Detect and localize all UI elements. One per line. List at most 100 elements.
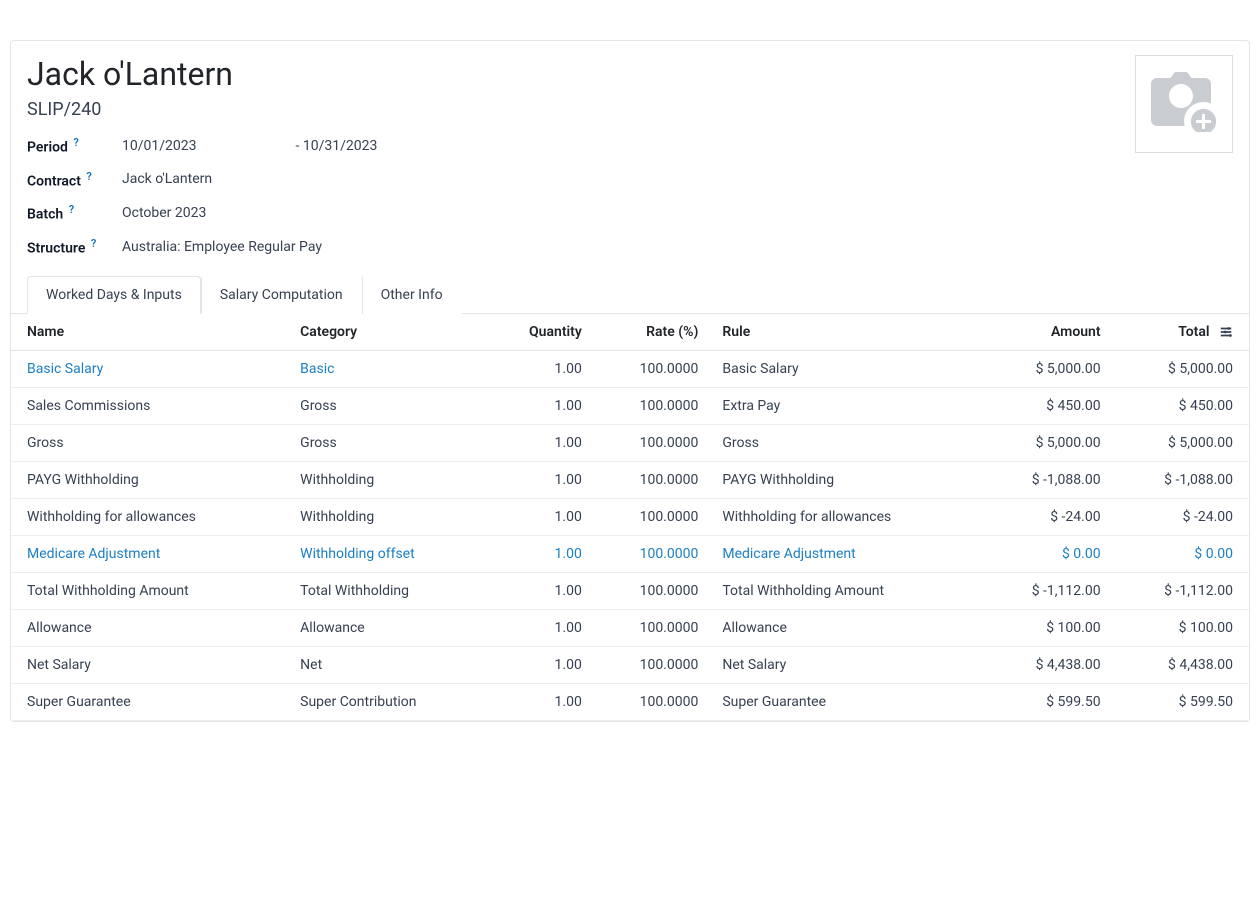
help-icon[interactable]: ? bbox=[86, 170, 91, 183]
table-row[interactable]: AllowanceAllowance1.00100.0000Allowance$… bbox=[11, 609, 1249, 646]
help-icon[interactable]: ? bbox=[73, 136, 78, 149]
cell-category: Withholding offset bbox=[288, 535, 486, 572]
cell-rate: 100.0000 bbox=[594, 424, 711, 461]
cell-category: Withholding bbox=[288, 498, 486, 535]
cell-rate: 100.0000 bbox=[594, 535, 711, 572]
cell-rule: Extra Pay bbox=[710, 387, 982, 424]
cell-name-link[interactable]: Medicare Adjustment bbox=[27, 546, 160, 562]
help-icon[interactable]: ? bbox=[69, 203, 74, 216]
cell-amount: $ 5,000.00 bbox=[982, 424, 1113, 461]
cell-total: $ 599.50 bbox=[1113, 683, 1249, 720]
cell-rule: Medicare Adjustment bbox=[710, 535, 982, 572]
table-row[interactable]: Withholding for allowancesWithholding1.0… bbox=[11, 498, 1249, 535]
cell-rate: 100.0000 bbox=[594, 609, 711, 646]
cell-quantity: 1.00 bbox=[486, 683, 594, 720]
cell-amount: $ -1,112.00 bbox=[982, 572, 1113, 609]
table-row[interactable]: Basic SalaryBasic1.00100.0000Basic Salar… bbox=[11, 350, 1249, 387]
cell-name: Total Withholding Amount bbox=[11, 572, 288, 609]
camera-plus-icon bbox=[1148, 72, 1220, 136]
cell-total-link[interactable]: $ 0.00 bbox=[1194, 546, 1233, 562]
cell-name: Super Guarantee bbox=[11, 683, 288, 720]
table-row[interactable]: Total Withholding Amount Total Withholdin… bbox=[11, 572, 1249, 609]
cell-total: $ 100.00 bbox=[1113, 609, 1249, 646]
batch-value[interactable]: October 2023 bbox=[122, 205, 206, 221]
cell-rate: 100.0000 bbox=[594, 572, 711, 609]
field-period: Period ? 10/01/2023 - 10/31/2023 bbox=[27, 136, 1233, 156]
cell-total: $ 5,000.00 bbox=[1113, 424, 1249, 461]
period-start[interactable]: 10/01/2023 bbox=[122, 138, 292, 154]
cell-rate: 100.0000 bbox=[594, 387, 711, 424]
tab-worked-days[interactable]: Worked Days & Inputs bbox=[27, 276, 201, 314]
cell-rate: 100.0000 bbox=[594, 646, 711, 683]
col-quantity[interactable]: Quantity bbox=[486, 314, 594, 351]
cell-amount-link[interactable]: $ 0.00 bbox=[1062, 546, 1101, 562]
cell-quantity: 1.00 bbox=[486, 350, 594, 387]
sliders-icon[interactable] bbox=[1219, 325, 1233, 339]
col-amount[interactable]: Amount bbox=[982, 314, 1113, 351]
cell-name-link[interactable]: Basic Salary bbox=[27, 361, 103, 377]
cell-category: Super Contribution bbox=[288, 683, 486, 720]
cell-quantity: 1.00 bbox=[486, 572, 594, 609]
cell-category: Gross bbox=[288, 424, 486, 461]
cell-amount: $ 4,438.00 bbox=[982, 646, 1113, 683]
table-row[interactable]: Net SalaryNet1.00100.0000Net Salary$ 4,4… bbox=[11, 646, 1249, 683]
cell-quantity: 1.00 bbox=[486, 646, 594, 683]
cell-quantity: 1.00 bbox=[486, 609, 594, 646]
structure-value[interactable]: Australia: Employee Regular Pay bbox=[122, 239, 322, 255]
cell-category-link[interactable]: Basic bbox=[300, 361, 334, 377]
cell-category: Withholding bbox=[288, 461, 486, 498]
table-row[interactable]: PAYG WithholdingWithholding1.00100.0000P… bbox=[11, 461, 1249, 498]
help-icon[interactable]: ? bbox=[91, 237, 96, 250]
cell-quantity-link[interactable]: 1.00 bbox=[555, 546, 582, 562]
cell-total: $ 4,438.00 bbox=[1113, 646, 1249, 683]
cell-rule: Super Guarantee bbox=[710, 683, 982, 720]
col-category[interactable]: Category bbox=[288, 314, 486, 351]
table-row[interactable]: GrossGross1.00100.0000Gross$ 5,000.00$ 5… bbox=[11, 424, 1249, 461]
cell-amount: $ 599.50 bbox=[982, 683, 1113, 720]
field-structure: Structure ? Australia: Employee Regular … bbox=[27, 237, 1233, 257]
cell-name: Gross bbox=[11, 424, 288, 461]
cell-category: Gross bbox=[288, 387, 486, 424]
contract-label: Contract bbox=[27, 173, 81, 189]
page-title: Jack o'Lantern bbox=[27, 55, 1233, 93]
col-name[interactable]: Name bbox=[11, 314, 288, 351]
cell-category-link[interactable]: Withholding offset bbox=[300, 546, 415, 562]
cell-quantity: 1.00 bbox=[486, 461, 594, 498]
cell-rule: Basic Salary bbox=[710, 350, 982, 387]
avatar-upload[interactable] bbox=[1135, 55, 1233, 153]
cell-rate-link[interactable]: 100.0000 bbox=[640, 546, 699, 562]
col-rate[interactable]: Rate (%) bbox=[594, 314, 711, 351]
cell-rate: 100.0000 bbox=[594, 683, 711, 720]
cell-total: $ 5,000.00 bbox=[1113, 350, 1249, 387]
sheet-header: Jack o'Lantern SLIP/240 Period ? bbox=[11, 41, 1249, 275]
contract-value[interactable]: Jack o'Lantern bbox=[122, 171, 212, 187]
col-total[interactable]: Total bbox=[1113, 314, 1249, 351]
slip-number: SLIP/240 bbox=[27, 99, 1233, 120]
cell-name: PAYG Withholding bbox=[11, 461, 288, 498]
cell-quantity: 1.00 bbox=[486, 387, 594, 424]
col-total-label: Total bbox=[1178, 324, 1209, 340]
col-rule[interactable]: Rule bbox=[710, 314, 982, 351]
cell-quantity: 1.00 bbox=[486, 498, 594, 535]
cell-amount: $ 100.00 bbox=[982, 609, 1113, 646]
cell-amount: $ -1,088.00 bbox=[982, 461, 1113, 498]
tab-other-info[interactable]: Other Info bbox=[362, 276, 462, 314]
cell-rule-link[interactable]: Medicare Adjustment bbox=[722, 546, 855, 562]
cell-total: $ -1,088.00 bbox=[1113, 461, 1249, 498]
tab-salary-computation[interactable]: Salary Computation bbox=[201, 276, 362, 314]
table-row[interactable]: Sales CommissionsGross1.00100.0000Extra … bbox=[11, 387, 1249, 424]
period-end[interactable]: - 10/31/2023 bbox=[295, 138, 377, 154]
payslip-sheet: Jack o'Lantern SLIP/240 Period ? bbox=[10, 40, 1250, 722]
cell-name: Net Salary bbox=[11, 646, 288, 683]
cell-rule: Total Withholding Amount bbox=[710, 572, 982, 609]
table-row[interactable]: Medicare Adjustment Withholding offset 1.0… bbox=[11, 535, 1249, 572]
cell-total: $ -1,112.00 bbox=[1113, 572, 1249, 609]
cell-total: $ 0.00 bbox=[1113, 535, 1249, 572]
tabs: Worked Days & Inputs Salary Computation … bbox=[11, 275, 1249, 314]
cell-rule: Net Salary bbox=[710, 646, 982, 683]
cell-total: $ -24.00 bbox=[1113, 498, 1249, 535]
cell-name: Basic Salary bbox=[11, 350, 288, 387]
table-row[interactable]: Super GuaranteeSuper Contribution1.00100… bbox=[11, 683, 1249, 720]
cell-name: Sales Commissions bbox=[11, 387, 288, 424]
cell-amount: $ 5,000.00 bbox=[982, 350, 1113, 387]
